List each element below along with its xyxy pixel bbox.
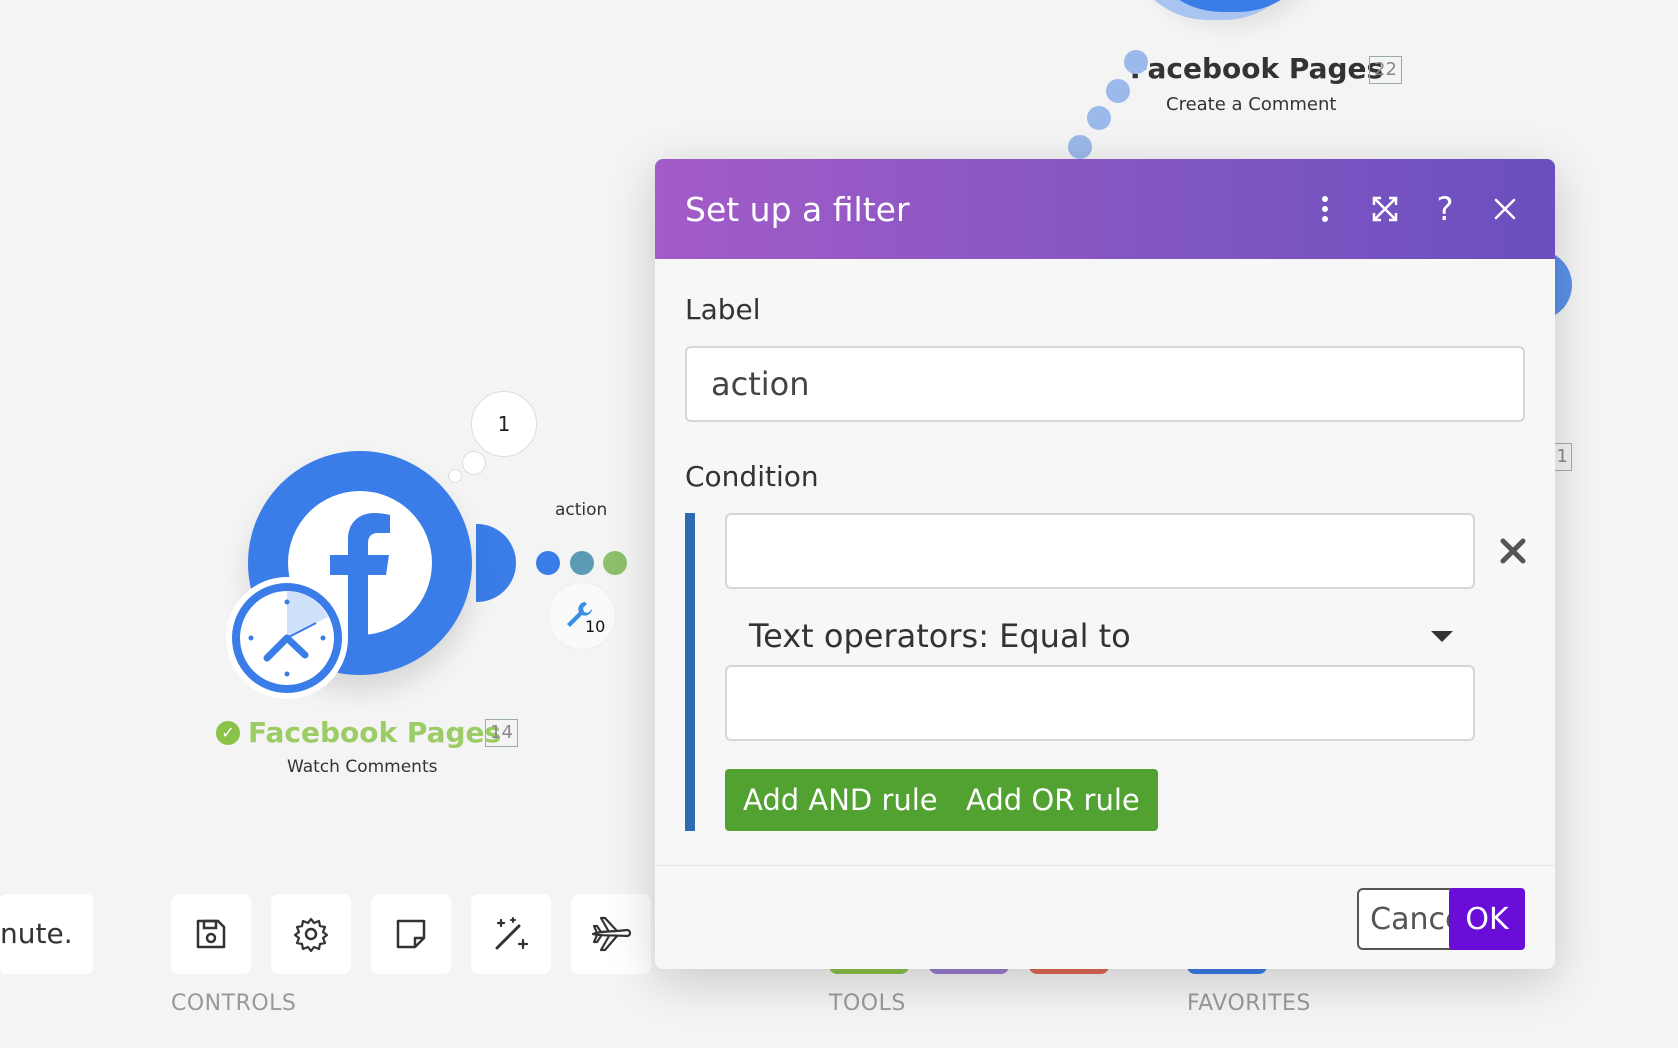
dialog-body: Label Condition Text operators: Equal to… [655,259,1555,831]
main-module-id-badge: 14 [485,719,518,747]
favorites-section-label: FAVORITES [1187,991,1311,1016]
second-operand-input[interactable] [725,665,1475,741]
expand-dialog-button[interactable] [1355,179,1415,239]
status-message: nute. [0,894,93,974]
chevron-down-icon [1431,630,1453,642]
condition-group: Text operators: Equal to Add AND rule Ad… [685,513,1526,831]
settings-button[interactable] [271,894,351,974]
dialog-footer: Cancel OK [655,865,1555,969]
schedule-clock-icon[interactable] [226,577,348,699]
main-module-subtitle: Watch Comments [287,757,438,777]
right-module-id-badge: 1 [1552,443,1572,471]
remove-icon [1500,538,1526,564]
connector-dot [1106,79,1130,103]
save-button[interactable] [171,894,251,974]
main-module-title[interactable]: ✓ Facebook Pages [216,716,501,749]
top-module-title-text: Facebook Pages [1130,52,1384,85]
more-vertical-icon [1322,196,1328,222]
connector-dot [570,551,594,575]
gear-icon [293,917,329,953]
close-dialog-button[interactable] [1475,179,1535,239]
thought-bubble-medium [462,451,486,475]
connector-dot [536,551,560,575]
thought-bubble-small [448,469,462,483]
dialog-header: Set up a filter ? [655,159,1555,259]
filter-wrench-button[interactable]: 10 [548,582,616,650]
first-operand-input[interactable] [725,513,1475,589]
notes-button[interactable] [371,894,451,974]
condition-group-bar [685,513,695,831]
filter-setup-dialog: Set up a filter ? Label action Condition… [655,159,1555,969]
connector-dot [1124,50,1148,74]
label-input[interactable] [685,346,1525,422]
connector-dot [1068,135,1092,159]
magic-wand-icon [495,917,529,950]
filter-operations-count: 10 [585,617,606,636]
add-and-rule-button[interactable]: Add AND rule [725,769,956,831]
remove-condition-button[interactable] [1493,531,1533,571]
ok-button[interactable]: OK [1449,888,1525,950]
airplane-icon [591,916,632,952]
connector-dot [603,551,627,575]
condition-label: Condition [685,460,819,493]
help-button[interactable]: ? [1415,179,1475,239]
top-module-title: Facebook Pages [1130,52,1383,85]
connector-dot [1087,106,1111,130]
operator-selected-value: Text operators: Equal to [749,617,1131,655]
more-options-button[interactable] [1295,179,1355,239]
filter-label[interactable]: action [555,500,607,520]
auto-align-button[interactable] [471,894,551,974]
add-or-rule-button[interactable]: Add OR rule [948,769,1158,831]
module-output-port[interactable] [476,524,516,602]
save-icon [196,919,226,949]
label-field-label: Label [685,293,761,326]
top-module-id-badge: 22 [1369,56,1402,84]
check-icon: ✓ [216,720,240,745]
help-icon: ? [1436,190,1454,228]
operations-count-bubble[interactable]: 1 [471,391,537,457]
expand-icon [1372,196,1398,222]
top-module-icon[interactable] [1140,0,1320,12]
top-module-subtitle: Create a Comment [1166,94,1337,115]
controls-section-label: CONTROLS [171,991,297,1016]
tools-section-label: TOOLS [829,991,906,1016]
dialog-title: Set up a filter [685,189,910,229]
explain-flow-button[interactable] [571,894,651,974]
note-icon [396,919,426,949]
operator-select[interactable]: Text operators: Equal to [725,599,1475,673]
close-icon [1494,198,1516,220]
main-module-title-text: Facebook Pages [248,716,502,749]
